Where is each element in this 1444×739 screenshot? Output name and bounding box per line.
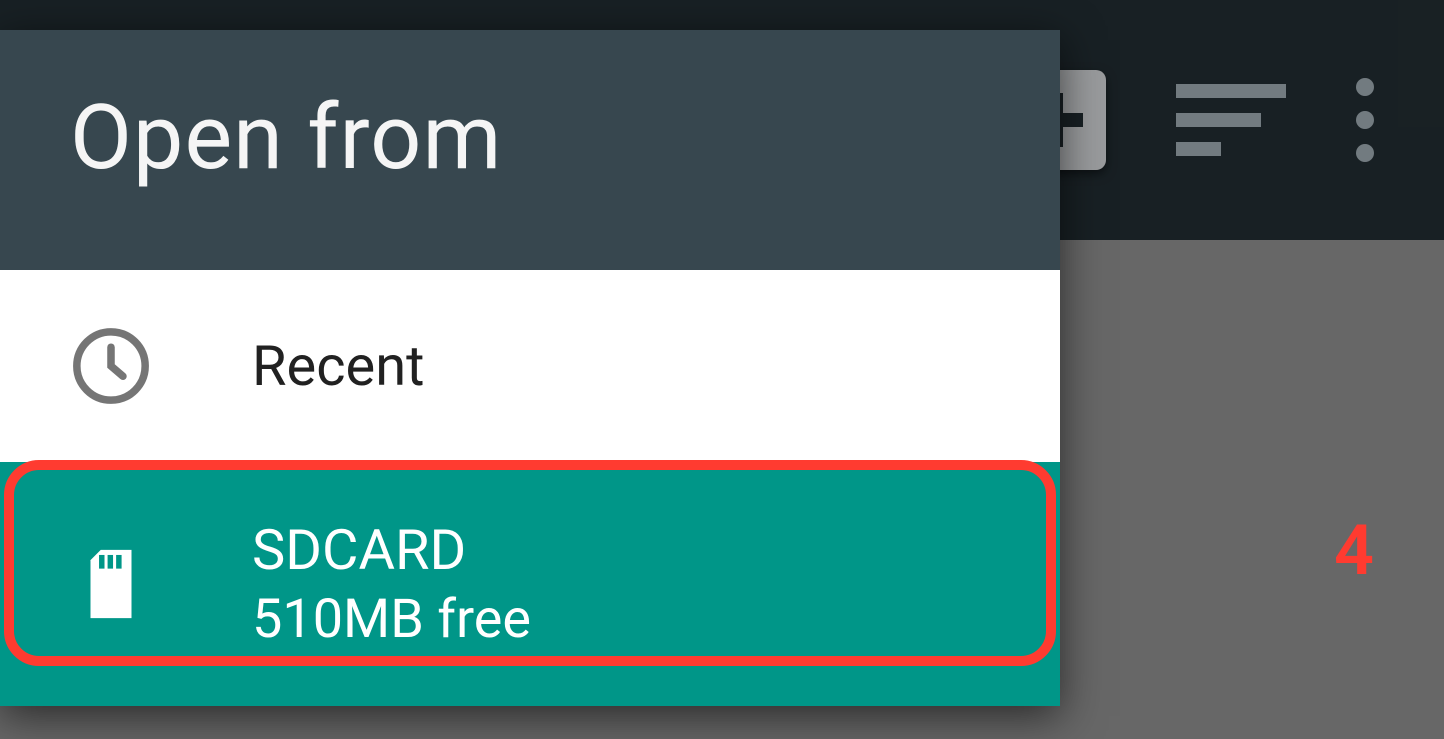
drawer-item-subtitle: 510MB free	[252, 588, 531, 651]
drawer-title: Open from	[0, 30, 1060, 270]
sdcard-icon	[70, 543, 152, 625]
drawer-item-label: Recent	[252, 333, 424, 399]
clock-icon	[70, 325, 152, 407]
drawer-list: Recent SDCARD 510MB free	[0, 270, 1060, 706]
drawer-item-label: SDCARD	[252, 517, 531, 583]
drawer-item-sdcard[interactable]: SDCARD 510MB free	[0, 462, 1060, 706]
drawer-item-recent[interactable]: Recent	[0, 270, 1060, 462]
open-from-drawer: Open from Recent SDCARD 510MB free	[0, 30, 1060, 706]
